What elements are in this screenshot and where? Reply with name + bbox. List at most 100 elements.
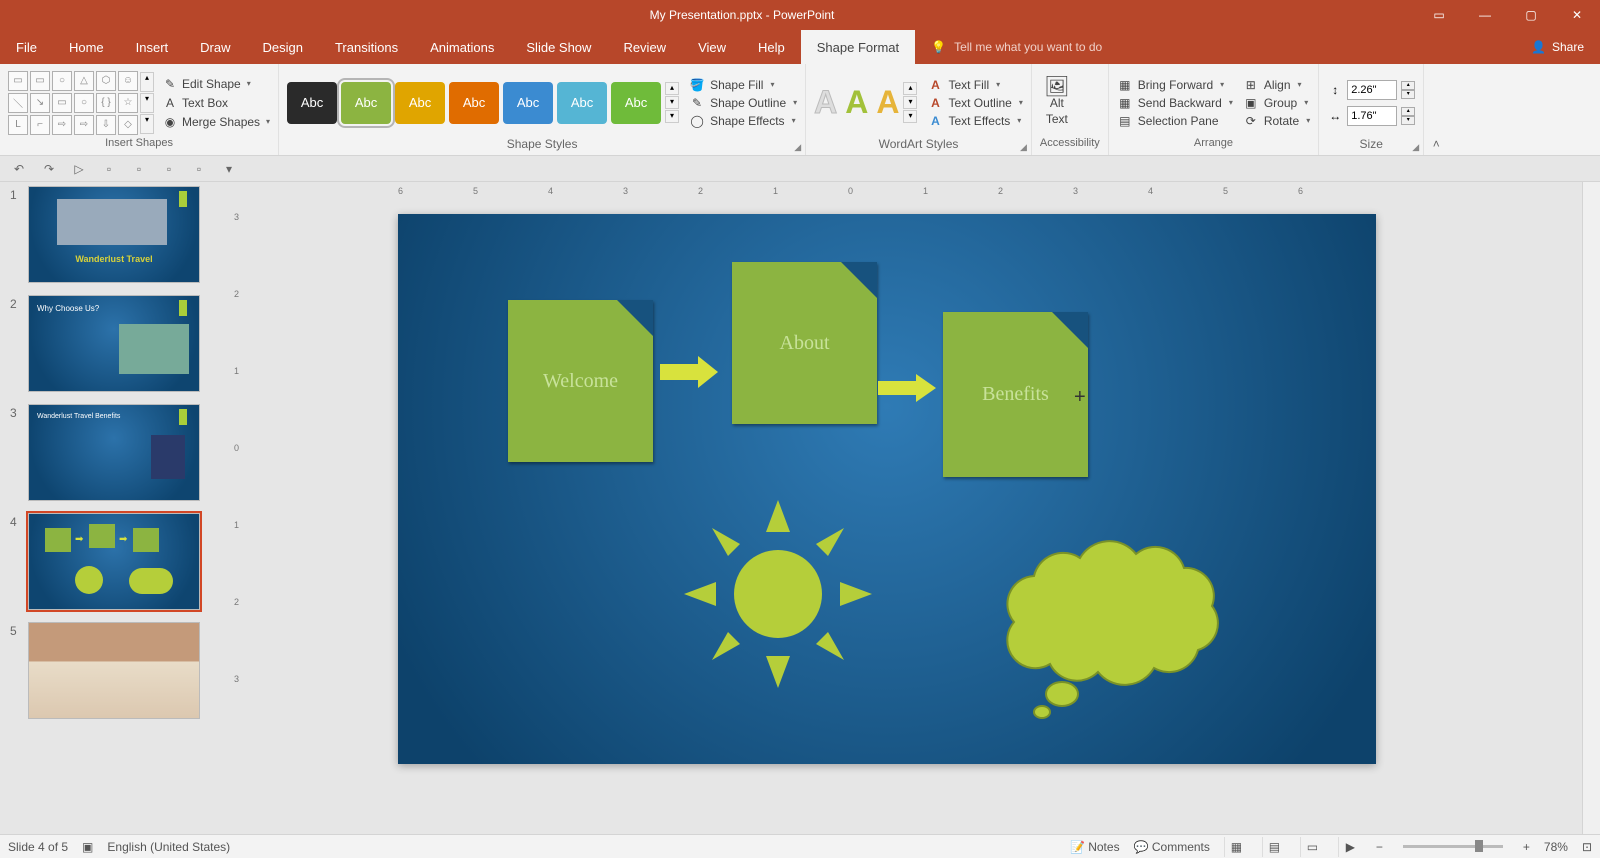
redo-button[interactable]: ↷	[40, 160, 58, 178]
shape-style-swatch-5[interactable]: Abc	[557, 82, 607, 124]
wordart-launcher-icon[interactable]: ◢	[1020, 142, 1027, 153]
width-up-icon[interactable]: ▴	[1401, 107, 1415, 116]
ribbon-display-options-icon[interactable]: ▭	[1416, 0, 1462, 30]
language-indicator[interactable]: English (United States)	[107, 840, 230, 854]
styles-more-icon[interactable]: ▾	[665, 110, 679, 123]
slide-thumbnail-1[interactable]: 1 Wanderlust Travel	[10, 186, 218, 283]
shape-style-swatch-4[interactable]: Abc	[503, 82, 553, 124]
zoom-out-button[interactable]: −	[1376, 840, 1383, 854]
tab-animations[interactable]: Animations	[414, 30, 510, 64]
arrow-shape-2[interactable]	[878, 372, 938, 404]
width-field[interactable]	[1347, 106, 1397, 126]
slide-canvas[interactable]: Welcome About Benefits +	[398, 214, 1376, 764]
wordart-style-3[interactable]: A	[876, 84, 899, 121]
page-shape-benefits[interactable]: Benefits	[943, 312, 1088, 477]
bring-forward-button[interactable]: ▦Bring Forward▾	[1117, 77, 1233, 93]
sun-shape[interactable]	[678, 494, 878, 694]
wa-more-icon[interactable]: ▾	[903, 110, 917, 123]
tab-draw[interactable]: Draw	[184, 30, 246, 64]
shape-styles-launcher-icon[interactable]: ◢	[794, 142, 801, 153]
tab-shape-format[interactable]: Shape Format	[801, 30, 915, 64]
wordart-style-1[interactable]: A	[814, 84, 837, 121]
alt-text-button[interactable]: 🖼 Alt Text	[1040, 79, 1074, 125]
start-from-beginning-button[interactable]: ▷	[70, 160, 88, 178]
shape-style-swatch-3[interactable]: Abc	[449, 82, 499, 124]
wa-down-icon[interactable]: ▾	[903, 96, 917, 109]
wordart-gallery[interactable]: A A A	[814, 84, 899, 121]
shape-width-input[interactable]: ↔▴▾	[1327, 106, 1415, 126]
canvas-wrap[interactable]: Welcome About Benefits +	[252, 204, 1582, 834]
shape-style-swatch-6[interactable]: Abc	[611, 82, 661, 124]
slide-indicator[interactable]: Slide 4 of 5	[8, 840, 68, 854]
page-shape-welcome[interactable]: Welcome	[508, 300, 653, 462]
shapes-gallery[interactable]: ▭▭○△⬡☺ ＼↘▭○{ }☆ L⌐⇨⇨⇩◇	[8, 71, 138, 135]
slideshow-view-button[interactable]: ▶	[1338, 837, 1362, 857]
vertical-scrollbar[interactable]	[1582, 182, 1600, 834]
text-effects-button[interactable]: AText Effects▾	[927, 113, 1022, 129]
send-backward-button[interactable]: ▦Send Backward▾	[1117, 95, 1233, 111]
group-button[interactable]: ▣Group▾	[1243, 95, 1310, 111]
gallery-up-icon[interactable]: ▴	[140, 72, 154, 92]
selection-pane-button[interactable]: ▤Selection Pane	[1117, 113, 1233, 129]
text-fill-button[interactable]: AText Fill▾	[927, 77, 1022, 93]
qat-button-5[interactable]: ▫	[130, 160, 148, 178]
tab-view[interactable]: View	[682, 30, 742, 64]
shape-fill-button[interactable]: 🪣Shape Fill▾	[689, 77, 797, 93]
qat-button-6[interactable]: ▫	[160, 160, 178, 178]
text-outline-button[interactable]: AText Outline▾	[927, 95, 1022, 111]
thought-cloud-shape[interactable]	[974, 532, 1244, 722]
tell-me-search[interactable]: 💡 Tell me what you want to do	[915, 30, 1118, 64]
shape-height-input[interactable]: ↕▴▾	[1327, 80, 1415, 100]
slide-thumbnail-3[interactable]: 3 Wanderlust Travel Benefits	[10, 404, 218, 501]
zoom-slider-thumb[interactable]	[1475, 840, 1483, 852]
text-box-button[interactable]: AText Box	[162, 95, 270, 111]
qat-button-4[interactable]: ▫	[100, 160, 118, 178]
tab-review[interactable]: Review	[607, 30, 682, 64]
tab-design[interactable]: Design	[247, 30, 319, 64]
shape-effects-button[interactable]: ◯Shape Effects▾	[689, 113, 797, 129]
styles-down-icon[interactable]: ▾	[665, 96, 679, 109]
notes-button[interactable]: 📝 Notes	[1070, 840, 1120, 854]
gallery-down-icon[interactable]: ▾	[140, 93, 154, 113]
height-field[interactable]	[1347, 80, 1397, 100]
tab-slideshow[interactable]: Slide Show	[510, 30, 607, 64]
page-shape-about[interactable]: About	[732, 262, 877, 424]
reading-view-button[interactable]: ▭	[1300, 837, 1324, 857]
comments-button[interactable]: 💬 Comments	[1134, 840, 1210, 854]
wa-up-icon[interactable]: ▴	[903, 82, 917, 95]
rotate-button[interactable]: ⟳Rotate▾	[1243, 113, 1310, 129]
qat-more-button[interactable]: ▾	[220, 160, 238, 178]
edit-shape-button[interactable]: ✎Edit Shape▾	[162, 76, 270, 92]
merge-shapes-button[interactable]: ◉Merge Shapes▾	[162, 114, 270, 130]
styles-up-icon[interactable]: ▴	[665, 82, 679, 95]
width-down-icon[interactable]: ▾	[1401, 116, 1415, 125]
shape-style-swatch-0[interactable]: Abc	[287, 82, 337, 124]
zoom-in-button[interactable]: +	[1523, 840, 1530, 854]
slide-thumbnail-5[interactable]: 5	[10, 622, 218, 719]
fit-to-window-button[interactable]: ⊡	[1582, 840, 1592, 854]
arrow-shape-1[interactable]	[660, 354, 720, 390]
slide-thumbnail-panel[interactable]: 1 Wanderlust Travel 2 Why Choose Us? 3 W…	[0, 182, 228, 834]
shape-style-swatch-2[interactable]: Abc	[395, 82, 445, 124]
undo-button[interactable]: ↶	[10, 160, 28, 178]
qat-button-7[interactable]: ▫	[190, 160, 208, 178]
height-down-icon[interactable]: ▾	[1401, 90, 1415, 99]
collapse-ribbon-button[interactable]: ˄	[1424, 64, 1448, 155]
zoom-level[interactable]: 78%	[1544, 840, 1568, 854]
shape-outline-button[interactable]: ✎Shape Outline▾	[689, 95, 797, 111]
tab-insert[interactable]: Insert	[120, 30, 185, 64]
slide-sorter-view-button[interactable]: ▤	[1262, 837, 1286, 857]
slide-thumbnail-4[interactable]: 4 ➡ ➡	[10, 513, 218, 610]
tab-home[interactable]: Home	[53, 30, 120, 64]
minimize-button[interactable]: —	[1462, 0, 1508, 30]
size-launcher-icon[interactable]: ◢	[1412, 142, 1419, 153]
share-button[interactable]: 👤 Share	[1515, 30, 1600, 64]
wordart-style-2[interactable]: A	[845, 84, 868, 121]
normal-view-button[interactable]: ▦	[1224, 837, 1248, 857]
shape-style-swatch-1[interactable]: Abc	[341, 82, 391, 124]
maximize-button[interactable]: ▢	[1508, 0, 1554, 30]
tab-file[interactable]: File	[0, 30, 53, 64]
gallery-more-icon[interactable]: ▾	[140, 114, 154, 134]
align-button[interactable]: ⊞Align▾	[1243, 77, 1310, 93]
zoom-slider[interactable]	[1403, 845, 1503, 848]
